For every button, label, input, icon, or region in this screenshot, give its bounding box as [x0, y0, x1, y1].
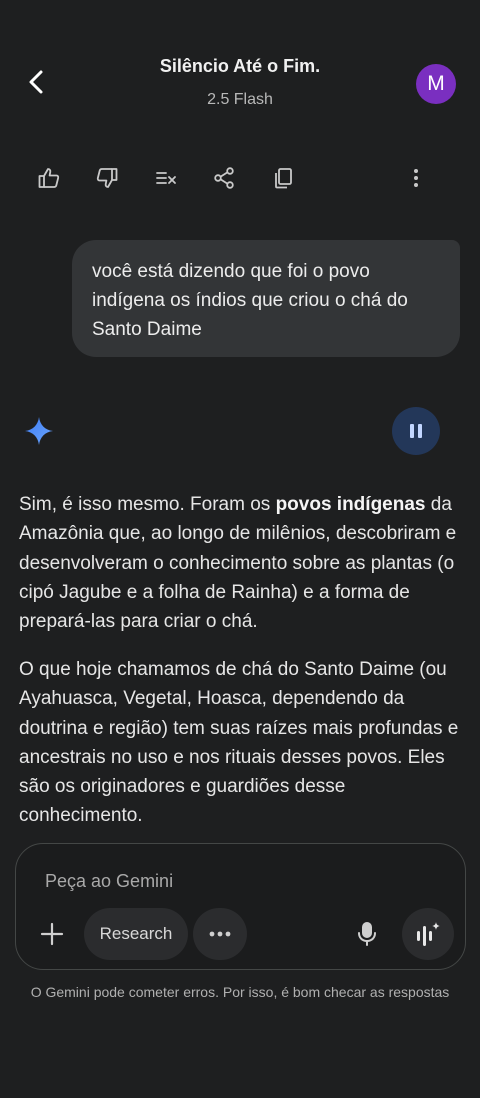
response-text: Sim, é isso mesmo. Foram os — [19, 494, 276, 515]
thumbs-down-icon — [96, 168, 118, 188]
top-bar: Silêncio Até o Fim. 2.5 Flash M — [0, 0, 480, 130]
more-vert-icon — [414, 169, 418, 187]
live-waveform-icon — [417, 922, 440, 946]
thumbs-up-icon — [38, 168, 60, 188]
model-name[interactable]: 2.5 Flash — [0, 91, 480, 109]
thumbs-down-button[interactable] — [89, 160, 125, 196]
response-paragraph-2: O que hoje chamamos de chá do Santo Daim… — [19, 655, 465, 831]
disclaimer-text: O Gemini pode cometer erros. Por isso, é… — [30, 984, 450, 1000]
research-button[interactable]: Research — [84, 908, 188, 960]
more-options-button[interactable] — [398, 160, 434, 196]
copy-icon — [275, 168, 292, 189]
response-text: O que hoje chamamos de chá do Santo Daim… — [19, 659, 459, 827]
response-paragraph-1: Sim, é isso mesmo. Foram os povos indíge… — [19, 490, 465, 636]
prompt-input[interactable]: Peça ao Gemini — [45, 871, 173, 892]
gemini-live-button[interactable] — [402, 908, 454, 960]
plus-icon — [40, 922, 64, 946]
research-label: Research — [99, 924, 173, 943]
more-horiz-icon — [209, 931, 231, 937]
more-tools-button[interactable] — [193, 908, 247, 960]
microphone-button[interactable] — [349, 916, 385, 952]
avatar[interactable]: M — [416, 64, 456, 104]
modify-response-button[interactable] — [148, 160, 184, 196]
copy-button[interactable] — [265, 160, 301, 196]
modify-response-icon — [156, 172, 176, 184]
share-button[interactable] — [206, 160, 242, 196]
prompt-composer: Peça ao Gemini Research — [15, 843, 466, 970]
thumbs-up-button[interactable] — [31, 160, 67, 196]
response-actions-bar — [0, 160, 480, 196]
chat-title[interactable]: Silêncio Até o Fim. — [0, 56, 480, 77]
gemini-spark-icon — [22, 414, 56, 448]
share-icon — [214, 167, 234, 189]
pause-button[interactable] — [392, 407, 440, 455]
user-message-bubble[interactable]: você está dizendo que foi o povo indígen… — [72, 240, 460, 357]
add-attachment-button[interactable] — [34, 916, 70, 952]
microphone-icon — [358, 922, 376, 946]
response-bold-text: povos indígenas — [275, 494, 426, 515]
pause-icon — [410, 424, 422, 438]
user-message-text: você está dizendo que foi o povo indígen… — [92, 261, 408, 340]
